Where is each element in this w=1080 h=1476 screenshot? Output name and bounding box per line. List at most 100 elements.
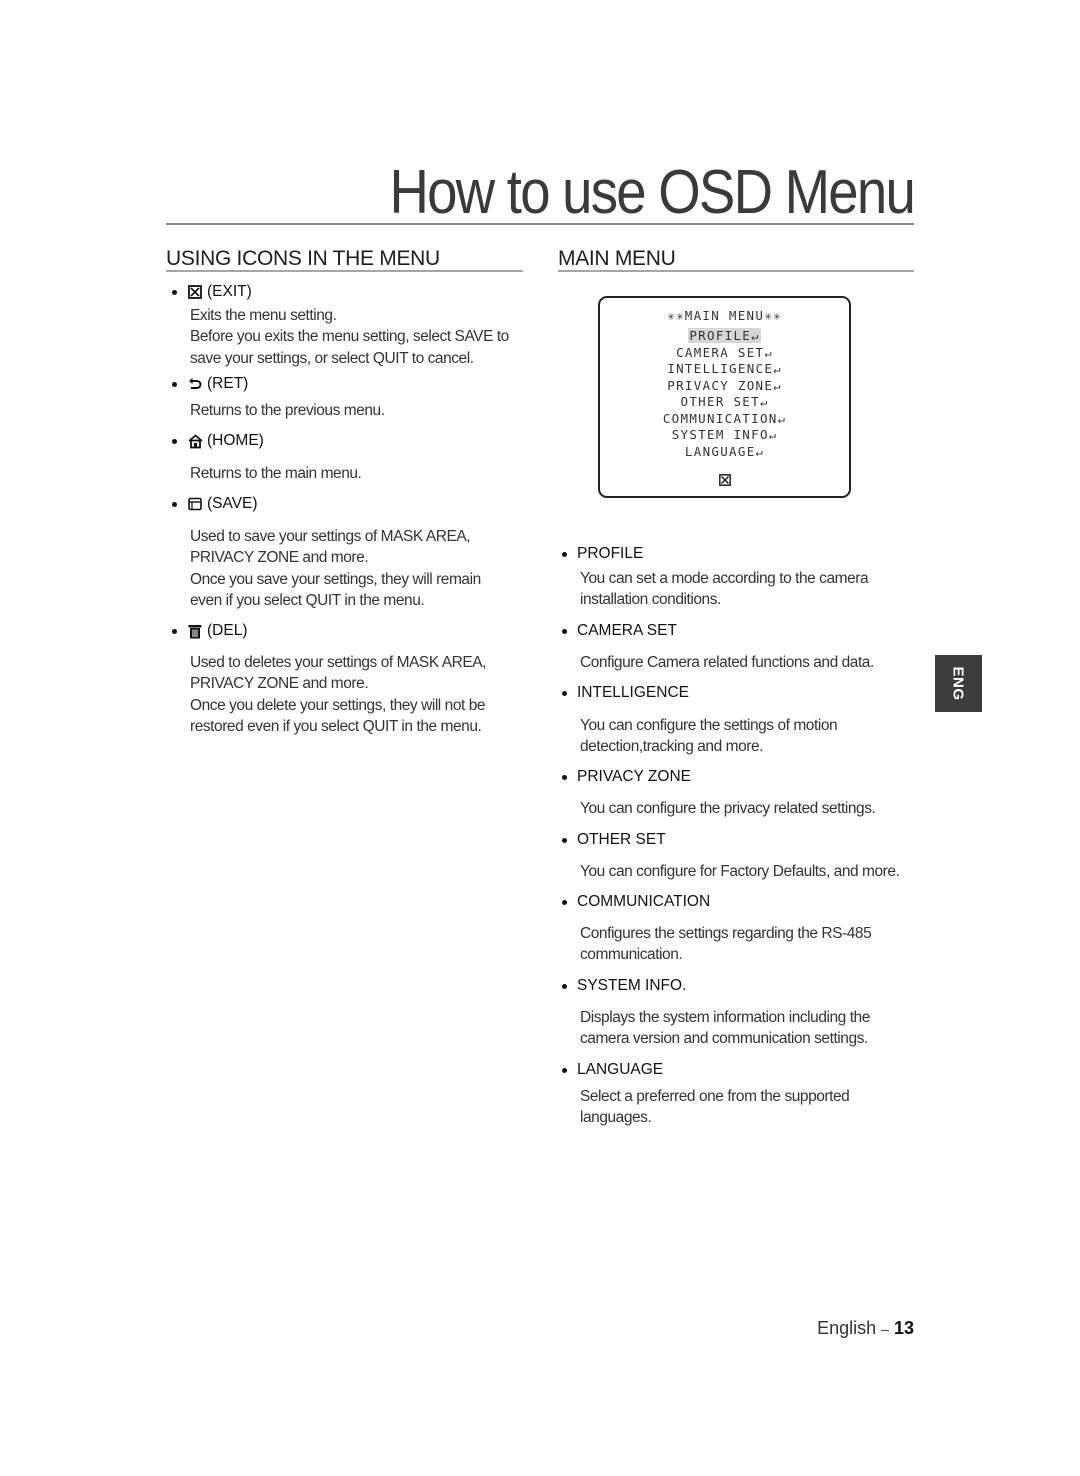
menu-item-head: PROFILE: [562, 545, 643, 563]
bullet: [562, 1067, 567, 1073]
icon-item-head: (DEL): [172, 622, 247, 640]
icons-section-heading: USING ICONS IN THE MENU: [166, 247, 440, 270]
icon-item-label: (DEL): [207, 622, 248, 639]
osd-item-label: LANGUAGE: [684, 443, 756, 459]
exit-icon: [718, 473, 731, 490]
bullet: [172, 501, 177, 507]
description-line: Select a preferred one from the supporte…: [580, 1088, 850, 1105]
menu-item-description: Configure Camera related functions and d…: [580, 652, 874, 673]
icon-item-head: (SAVE): [172, 495, 258, 513]
main-menu-section-heading: MAIN MENU: [558, 247, 676, 270]
enter-icon: ↵: [764, 345, 773, 360]
enter-icon: ↵: [755, 444, 765, 459]
description-line: Exits the menu setting.: [190, 307, 337, 324]
menu-item-label: COMMUNICATION: [577, 893, 711, 910]
description-line: languages.: [580, 1109, 652, 1127]
icon-item-label: (SAVE): [207, 495, 258, 512]
page-number: 13: [893, 1318, 914, 1338]
description-line: You can configure the privacy related se…: [580, 800, 876, 817]
osd-menu-item-system-info: SYSTEM INFO↵: [600, 427, 849, 443]
bullet: [172, 438, 177, 444]
icon-item-label: (HOME): [207, 432, 264, 449]
menu-item-description: You can configure the settings of motion…: [580, 715, 838, 758]
menu-item-label: PRIVACY ZONE: [577, 768, 691, 785]
menu-item-label: OTHER SET: [577, 831, 666, 848]
footer-separator: –: [881, 1321, 889, 1337]
menu-item-head: OTHER SET: [562, 831, 666, 849]
icon-item-head: (RET): [172, 375, 248, 393]
menu-item-label: LANGUAGE: [577, 1061, 664, 1078]
osd-item-label: INTELLIGENCE: [667, 361, 774, 376]
title-divider: [166, 223, 914, 225]
main-menu-section-divider: [558, 270, 914, 272]
menu-item-label: CAMERA SET: [577, 622, 677, 639]
description-line: PRIVACY ZONE and more.: [190, 675, 369, 693]
description-line: Returns to the previous menu.: [190, 402, 385, 419]
osd-menu-item-other-set: OTHER SET↵: [600, 394, 849, 410]
description-line: Once you delete your settings, they will…: [190, 696, 486, 714]
icon-item-description: Used to deletes your settings of MASK AR…: [190, 652, 486, 737]
description-line: You can configure the settings of motion: [580, 717, 838, 734]
description-line: camera version and communication setting…: [580, 1030, 868, 1048]
enter-icon: ↵: [773, 378, 782, 393]
menu-item-head: INTELLIGENCE: [562, 684, 689, 702]
icon-item-head: (HOME): [172, 432, 264, 450]
description-line: You can set a mode according to the came…: [580, 570, 869, 587]
description-line: communication.: [580, 946, 683, 964]
return-icon: [187, 376, 203, 392]
language-tab-label: ENG: [949, 666, 967, 701]
description-line: Before you exits the menu setting, selec…: [190, 328, 509, 346]
osd-item-label: OTHER SET: [680, 394, 760, 409]
osd-menu-item-camera-set: CAMERA SET↵: [600, 345, 849, 361]
bullet: [562, 628, 567, 634]
osd-menu-item-privacy-zone: PRIVACY ZONE↵: [600, 378, 849, 394]
exit-icon: [187, 284, 203, 300]
menu-item-description: You can configure the privacy related se…: [580, 798, 876, 819]
osd-main-menu-screen: ✳✳MAIN MENU✳✳ PROFILE↵ CAMERA SET↵ INTEL…: [598, 296, 851, 498]
description-line: Returns to the main menu.: [190, 465, 362, 482]
menu-item-head: SYSTEM INFO.: [562, 977, 686, 995]
icons-section-divider: [166, 270, 523, 272]
osd-item-label: SYSTEM INFO: [671, 427, 769, 442]
menu-item-label: INTELLIGENCE: [577, 684, 689, 701]
osd-item-label: PRIVACY ZONE: [667, 377, 774, 393]
bullet: [172, 628, 177, 634]
description-line: save your settings, or select QUIT to ca…: [190, 349, 474, 367]
bullet: [562, 774, 567, 780]
enter-icon: ↵: [759, 395, 769, 409]
description-line: even if you select QUIT in the menu.: [190, 591, 425, 609]
osd-menu-item-language: LANGUAGE↵: [600, 444, 849, 460]
language-side-tab: ENG: [935, 655, 982, 712]
menu-item-label: SYSTEM INFO.: [577, 977, 687, 994]
description-line: Configure Camera related functions and d…: [580, 654, 874, 671]
bullet: [562, 837, 567, 843]
menu-item-head: LANGUAGE: [562, 1061, 663, 1079]
description-line: Configures the settings regarding the RS…: [580, 925, 872, 942]
enter-icon: ↵: [777, 411, 787, 426]
description-line: detection,tracking and more.: [580, 738, 763, 756]
delete-icon: [187, 623, 203, 639]
bullet: [562, 899, 567, 905]
osd-menu-item-intelligence: INTELLIGENCE↵: [600, 361, 849, 377]
description-line: You can configure for Factory Defaults, …: [580, 863, 900, 880]
icon-item-description: Returns to the previous menu.: [190, 400, 385, 421]
menu-item-head: CAMERA SET: [562, 622, 677, 640]
bullet: [562, 983, 567, 989]
enter-icon: ↵: [773, 362, 782, 376]
bullet: [562, 551, 567, 557]
page-footer: English – 13: [790, 1318, 914, 1339]
description-line: restored even if you select QUIT in the …: [190, 717, 482, 735]
icon-item-description: Used to save your settings of MASK AREA,…: [190, 526, 481, 611]
menu-item-description: Configures the settings regarding the RS…: [580, 923, 872, 966]
bullet: [562, 690, 567, 696]
description-line: Displays the system information includin…: [580, 1009, 870, 1026]
description-line: Once you save your settings, they will r…: [190, 570, 481, 588]
icon-item-description: Exits the menu setting. Before you exits…: [190, 305, 509, 369]
menu-item-label: PROFILE: [577, 545, 644, 562]
enter-icon: ↵: [768, 428, 778, 442]
icon-item-label: (RET): [207, 375, 249, 392]
bullet: [172, 381, 177, 387]
osd-item-label: PROFILE: [689, 328, 752, 343]
page-title-text: How to use OSD Menu: [389, 158, 915, 227]
enter-icon: ↵: [751, 329, 760, 343]
